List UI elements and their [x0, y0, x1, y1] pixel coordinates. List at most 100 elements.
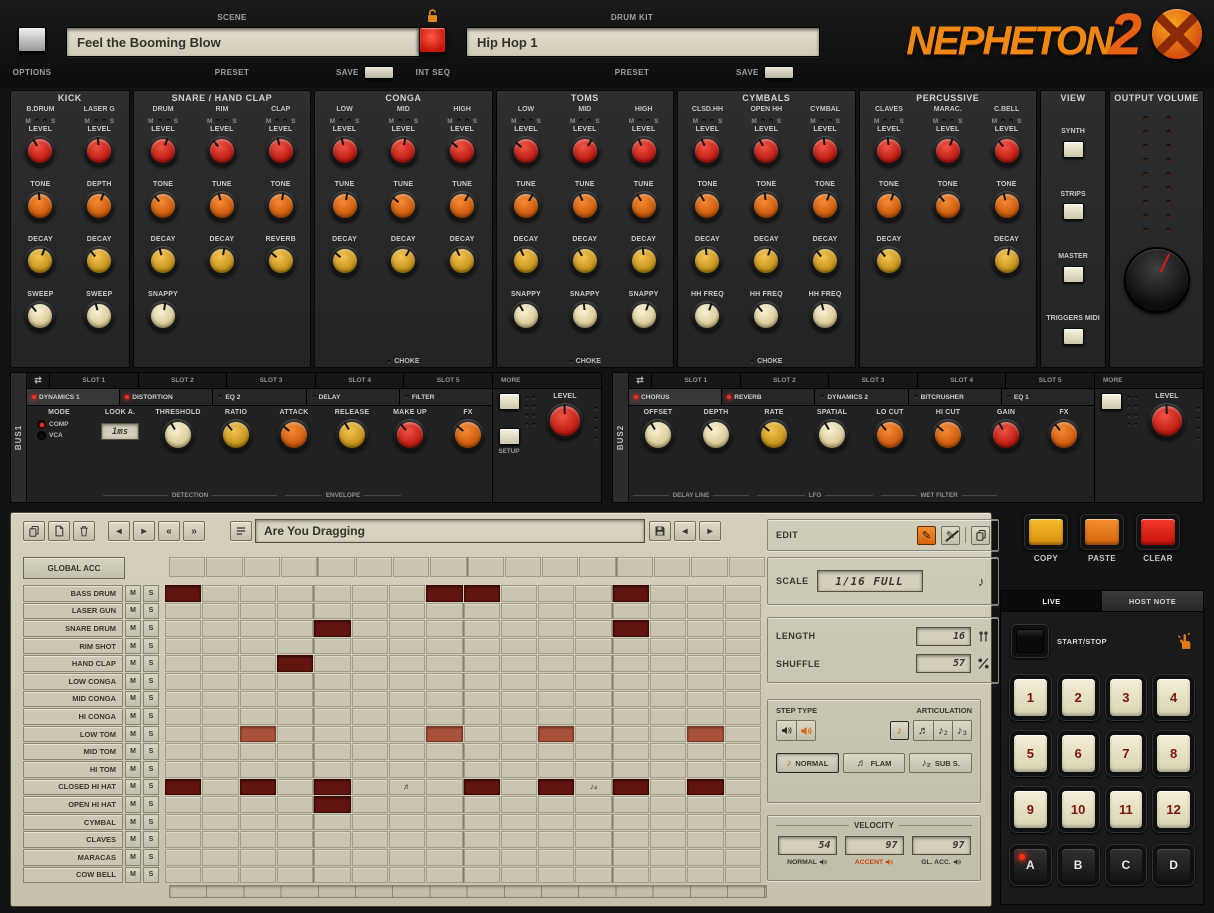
- step-13[interactable]: [613, 779, 649, 796]
- pattern-pad-10[interactable]: 10: [1057, 786, 1100, 833]
- step-14[interactable]: [650, 638, 686, 655]
- pattern-pad-8[interactable]: 8: [1152, 730, 1195, 777]
- slot-filter[interactable]: FILTER: [399, 389, 492, 405]
- step-4[interactable]: [277, 673, 313, 690]
- mute-button[interactable]: M: [125, 726, 141, 743]
- step-2[interactable]: [202, 585, 238, 602]
- tone-knob[interactable]: [751, 191, 781, 221]
- step-6[interactable]: [352, 779, 388, 796]
- release-knob[interactable]: [336, 419, 368, 451]
- step-15[interactable]: [687, 638, 723, 655]
- save-pattern-button[interactable]: [649, 521, 671, 541]
- solo-button[interactable]: S: [143, 796, 159, 813]
- step-9[interactable]: [464, 603, 500, 620]
- decay-knob[interactable]: [330, 246, 360, 276]
- step-9[interactable]: [464, 761, 500, 778]
- step-16[interactable]: [729, 557, 765, 577]
- level-knob[interactable]: [992, 136, 1022, 166]
- master-volume-knob[interactable]: [1124, 247, 1190, 313]
- step-13[interactable]: [613, 761, 649, 778]
- tone-knob[interactable]: [266, 191, 296, 221]
- decay-knob[interactable]: [874, 246, 904, 276]
- nav-first-button[interactable]: «: [158, 521, 180, 541]
- step-13[interactable]: [613, 831, 649, 848]
- sweep-knob[interactable]: [25, 301, 55, 331]
- scene-save-button[interactable]: [364, 66, 394, 79]
- depth-knob[interactable]: [84, 191, 114, 221]
- step-12[interactable]: [575, 831, 611, 848]
- step-7[interactable]: [389, 796, 425, 813]
- slot-bitcrusher[interactable]: BITCRUSHER: [908, 389, 1001, 405]
- step-8[interactable]: [426, 585, 462, 602]
- solo-button[interactable]: S: [143, 726, 159, 743]
- hh-freq-knob[interactable]: [692, 301, 722, 331]
- step-11[interactable]: [538, 814, 574, 831]
- level-knob[interactable]: [388, 136, 418, 166]
- step-2[interactable]: [202, 743, 238, 760]
- decay-knob[interactable]: [751, 246, 781, 276]
- step-2[interactable]: [202, 849, 238, 866]
- slot-reverb[interactable]: REVERB: [721, 389, 814, 405]
- tone-knob[interactable]: [810, 191, 840, 221]
- step-5[interactable]: [314, 708, 350, 725]
- tone-knob[interactable]: [692, 191, 722, 221]
- decay-knob[interactable]: [207, 246, 237, 276]
- master-button[interactable]: [1063, 266, 1084, 283]
- flam-mode-button[interactable]: ♬FLAM: [843, 753, 906, 773]
- slot-tab-3[interactable]: SLOT 3: [828, 373, 917, 388]
- step-16[interactable]: [725, 638, 761, 655]
- step-5[interactable]: [314, 726, 350, 743]
- step-4[interactable]: [277, 708, 313, 725]
- step-16[interactable]: [725, 779, 761, 796]
- step-6[interactable]: [352, 673, 388, 690]
- step-3[interactable]: [240, 691, 276, 708]
- step-2[interactable]: [206, 557, 242, 577]
- step-1[interactable]: [165, 761, 201, 778]
- pattern-pad-12[interactable]: 12: [1152, 786, 1195, 833]
- step-11[interactable]: [538, 585, 574, 602]
- decay-knob[interactable]: [25, 246, 55, 276]
- step-13[interactable]: [613, 603, 649, 620]
- step-3[interactable]: [240, 726, 276, 743]
- step-13[interactable]: [613, 849, 649, 866]
- step-4[interactable]: [277, 638, 313, 655]
- step-1[interactable]: [165, 743, 201, 760]
- step-14[interactable]: [650, 603, 686, 620]
- step-11[interactable]: [538, 849, 574, 866]
- step-7[interactable]: [393, 557, 429, 577]
- step-16[interactable]: [725, 831, 761, 848]
- step-9[interactable]: [464, 726, 500, 743]
- threshold-knob[interactable]: [162, 419, 194, 451]
- step-4[interactable]: [277, 849, 313, 866]
- step-14[interactable]: [650, 673, 686, 690]
- step-2[interactable]: [202, 708, 238, 725]
- level-knob[interactable]: [266, 136, 296, 166]
- step-7[interactable]: [389, 655, 425, 672]
- step-1[interactable]: [165, 779, 201, 796]
- scene-field[interactable]: Feel the Booming Blow: [66, 27, 420, 57]
- hi-cut-knob[interactable]: [932, 419, 964, 451]
- step-6[interactable]: [352, 585, 388, 602]
- step-6[interactable]: [352, 708, 388, 725]
- slot-eq-1[interactable]: EQ 1: [1001, 389, 1094, 405]
- slot-tab-2[interactable]: SLOT 2: [740, 373, 829, 388]
- slot-tab-3[interactable]: SLOT 3: [226, 373, 315, 388]
- step-13[interactable]: [613, 708, 649, 725]
- pattern-pad-9[interactable]: 9: [1009, 786, 1052, 833]
- step-8[interactable]: [426, 603, 462, 620]
- step-12[interactable]: [575, 691, 611, 708]
- step-11[interactable]: [538, 743, 574, 760]
- step-15[interactable]: [687, 603, 723, 620]
- step-1[interactable]: [165, 831, 201, 848]
- step-2[interactable]: [202, 779, 238, 796]
- step-5[interactable]: [314, 849, 350, 866]
- bank-b[interactable]: B: [1057, 844, 1100, 886]
- step-7[interactable]: [389, 743, 425, 760]
- step-6[interactable]: [352, 814, 388, 831]
- step-10[interactable]: [501, 726, 537, 743]
- decay-knob[interactable]: [629, 246, 659, 276]
- step-2[interactable]: [202, 673, 238, 690]
- step-8[interactable]: [426, 761, 462, 778]
- pattern-pad-1[interactable]: 1: [1009, 674, 1052, 721]
- step-1[interactable]: [165, 796, 201, 813]
